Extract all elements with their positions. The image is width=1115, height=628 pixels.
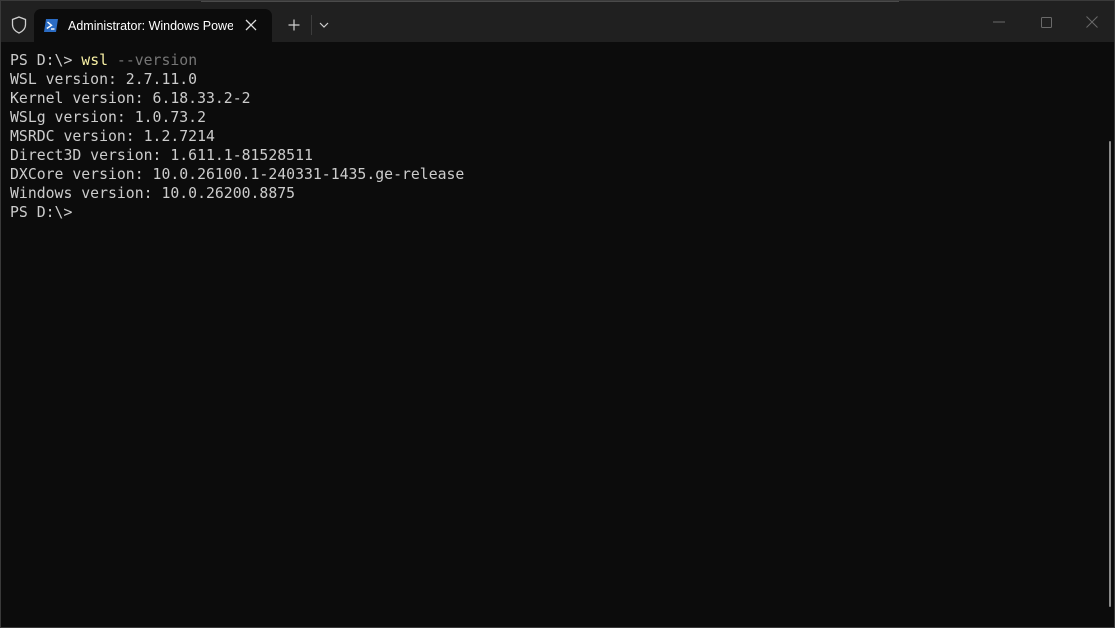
output-line: MSRDC version: 1.2.7214: [10, 128, 215, 145]
command: wsl: [81, 52, 109, 69]
title-bar-highlight: [201, 1, 899, 2]
final-prompt: PS D:\>: [10, 204, 73, 221]
maximize-button[interactable]: [1034, 11, 1058, 33]
close-icon: [1086, 16, 1098, 28]
chevron-down-icon: [319, 22, 329, 28]
dropdown-button[interactable]: [315, 16, 333, 34]
output-line: Kernel version: 6.18.33.2-2: [10, 90, 251, 107]
shield-icon: [9, 15, 29, 35]
powershell-icon: [43, 18, 59, 33]
terminal-window: Administrator: Windows PowerShell: [0, 0, 1115, 628]
tab-separator: [311, 15, 312, 35]
output-line: Windows version: 10.0.26200.8875: [10, 185, 296, 202]
tab-title: Administrator: Windows PowerShell: [68, 19, 233, 33]
command-argument: --version: [108, 52, 198, 69]
title-bar[interactable]: Administrator: Windows PowerShell: [1, 1, 1114, 42]
prompt: PS D:\>: [10, 52, 82, 69]
minimize-button[interactable]: [987, 11, 1011, 33]
maximize-icon: [1040, 16, 1052, 28]
output-line: WSLg version: 1.0.73.2: [10, 109, 206, 126]
command-line: PS D:\> wsl --version: [10, 51, 1100, 70]
output-line: DXCore version: 10.0.26100.1-240331-1435…: [10, 166, 465, 183]
output-line: WSL version: 2.7.11.0: [10, 71, 198, 88]
tab-powershell[interactable]: Administrator: Windows PowerShell: [34, 9, 272, 42]
vertical-scrollbar[interactable]: [1109, 141, 1111, 607]
output-line: Direct3D version: 1.611.1-81528511: [10, 147, 313, 164]
new-tab-button[interactable]: [284, 15, 304, 35]
close-window-button[interactable]: [1080, 11, 1104, 33]
plus-icon: [288, 19, 300, 31]
terminal-output[interactable]: PS D:\> wsl --version WSL version: 2.7.1…: [10, 51, 1100, 621]
close-tab-icon[interactable]: [243, 17, 259, 33]
minimize-icon: [993, 21, 1005, 23]
